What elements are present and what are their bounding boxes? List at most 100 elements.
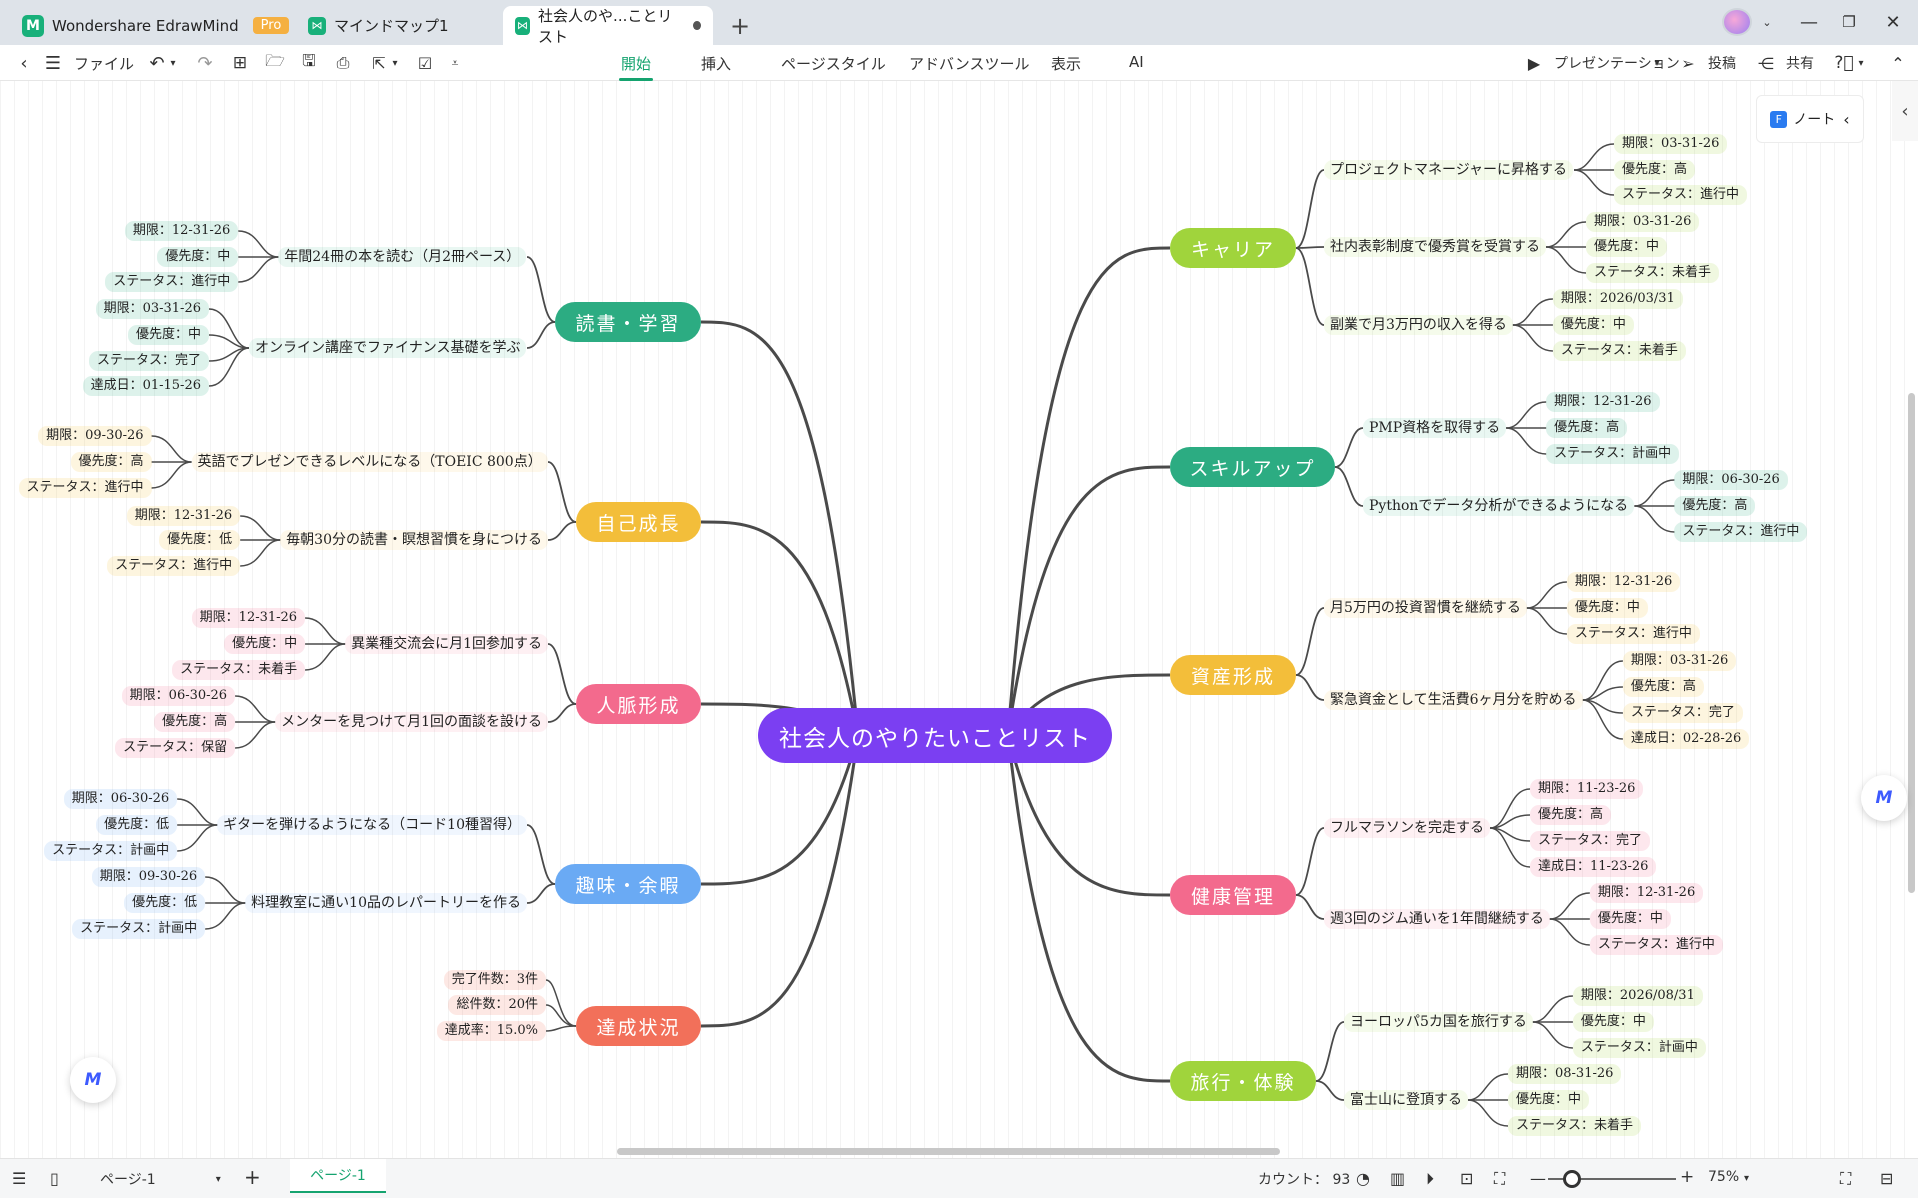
subtopic-node[interactable]: 週3回のジム通いを1年間継続する bbox=[1324, 909, 1550, 929]
leaf-node[interactable]: ステータス：未着手 bbox=[1585, 263, 1719, 283]
leaf-node[interactable]: ステータス：進行中 bbox=[1566, 624, 1700, 644]
export-dropdown-icon[interactable]: ▾ bbox=[390, 51, 400, 75]
subtopic-node[interactable]: 副業で月3万円の収入を得る bbox=[1324, 315, 1513, 335]
tab-advanced-tools[interactable]: アドバンスツール bbox=[909, 53, 1029, 74]
horizontal-scrollbar[interactable] bbox=[617, 1148, 1280, 1155]
note-panel-button[interactable]: F ノート ‹ bbox=[1756, 95, 1864, 143]
vertical-scrollbar[interactable] bbox=[1908, 393, 1915, 893]
unsaved-dot-icon[interactable] bbox=[693, 21, 701, 30]
theme-icon[interactable]: ◔ bbox=[1356, 1169, 1370, 1188]
zoom-out-icon[interactable]: — bbox=[1530, 1169, 1546, 1188]
post-icon[interactable]: ➢ bbox=[1678, 51, 1698, 75]
tab-insert[interactable]: 挿入 bbox=[701, 53, 731, 74]
topic-node[interactable]: スキルアップ bbox=[1170, 447, 1335, 487]
zoom-level[interactable]: 75% bbox=[1708, 1169, 1739, 1185]
leaf-node[interactable]: ステータス：保留 bbox=[115, 738, 236, 758]
play-icon[interactable]: ⏵ bbox=[1426, 1169, 1434, 1189]
ai-assistant-side-icon[interactable]: M bbox=[1861, 775, 1907, 821]
topic-node[interactable]: 人脈形成 bbox=[576, 684, 701, 724]
side-panel-collapse-icon[interactable]: ‹ bbox=[1892, 81, 1918, 141]
tab-page-style[interactable]: ページスタイル bbox=[781, 53, 886, 74]
topic-node[interactable]: 資産形成 bbox=[1170, 655, 1296, 695]
more-tools-icon[interactable]: ⩡ bbox=[448, 51, 462, 75]
leaf-node[interactable]: 優先度：中 bbox=[1507, 1090, 1589, 1110]
leaf-node[interactable]: 期限：12-31-26 bbox=[1589, 883, 1704, 903]
leaf-node[interactable]: 期限：03-31-26 bbox=[1613, 134, 1728, 154]
leaf-node[interactable]: ステータス：完了 bbox=[1529, 831, 1650, 851]
leaf-node[interactable]: 優先度：高 bbox=[1546, 418, 1628, 438]
fit-width-icon[interactable]: ⛶ bbox=[1494, 1169, 1505, 1189]
new-file-icon[interactable]: ⊞ bbox=[229, 51, 251, 75]
subtopic-node[interactable]: 社内表彰制度で優秀賞を受賞する bbox=[1324, 237, 1546, 257]
subtopic-node[interactable]: 毎朝30分の読書・瞑想習慣を身につける bbox=[280, 530, 548, 550]
restore-icon[interactable]: ❐ bbox=[1834, 8, 1864, 36]
subtopic-node[interactable]: オンライン講座でファイナンス基礎を学ぶ bbox=[249, 338, 527, 358]
topic-node[interactable]: 趣味・余暇 bbox=[555, 864, 701, 904]
collapse-ribbon-icon[interactable]: ⌃ bbox=[1888, 51, 1908, 75]
leaf-node[interactable]: 優先度：高 bbox=[70, 452, 152, 472]
leaf-node[interactable]: 期限：03-31-26 bbox=[95, 299, 209, 319]
fullscreen-icon[interactable]: ⛶ bbox=[1840, 1169, 1851, 1189]
leaf-node[interactable]: 達成日：11-23-26 bbox=[1529, 857, 1657, 877]
leaf-node[interactable]: 完了件数：3件 bbox=[443, 970, 546, 990]
leaf-node[interactable]: ステータス：進行中 bbox=[1589, 935, 1723, 955]
leaf-node[interactable]: 期限：06-30-26 bbox=[121, 686, 236, 706]
leaf-node[interactable]: 優先度：高 bbox=[154, 712, 236, 732]
leaf-node[interactable]: 達成日：01-15-26 bbox=[82, 376, 209, 396]
undo-icon[interactable]: ↶ bbox=[146, 51, 168, 75]
subtopic-node[interactable]: ヨーロッパ5カ国を旅行する bbox=[1344, 1012, 1533, 1032]
mindmap-canvas[interactable]: 社会人のやりたいことリスト 読書・学習 年間24冊の本を読む（月2冊ペース） 期限：1… bbox=[0, 81, 1918, 1158]
hamburger-menu-icon[interactable]: ☰ bbox=[44, 51, 62, 75]
leaf-node[interactable]: ステータス：進行中 bbox=[107, 556, 241, 576]
book-view-icon[interactable]: ▥ bbox=[1390, 1169, 1405, 1188]
tab-active-document[interactable]: ⋈ 社会人のや...ことリスト bbox=[503, 6, 713, 46]
page-select[interactable]: ページ-1 ▾ bbox=[100, 1169, 221, 1189]
leaf-node[interactable]: 期限：12-31-26 bbox=[191, 608, 306, 628]
file-menu[interactable]: ファイル bbox=[74, 51, 134, 75]
add-page-button[interactable]: + bbox=[244, 1165, 261, 1189]
leaf-node[interactable]: 期限：03-31-26 bbox=[1585, 212, 1700, 232]
leaf-node[interactable]: 期限：06-30-26 bbox=[1674, 470, 1788, 490]
subtopic-node[interactable]: フルマラソンを完走する bbox=[1324, 818, 1490, 838]
share-button[interactable]: 共有 bbox=[1786, 51, 1814, 75]
subtopic-node[interactable]: Pythonでデータ分析ができるようになる bbox=[1363, 496, 1635, 516]
leaf-node[interactable]: 優先度：中 bbox=[1566, 598, 1648, 618]
topic-node[interactable]: 読書・学習 bbox=[555, 302, 701, 342]
leaf-node[interactable]: 優先度：中 bbox=[1589, 909, 1671, 929]
back-icon[interactable]: ‹ bbox=[14, 51, 34, 75]
central-topic[interactable]: 社会人のやりたいことリスト bbox=[758, 708, 1112, 763]
leaf-node[interactable]: 優先度：中 bbox=[1552, 315, 1634, 335]
leaf-node[interactable]: 優先度：高 bbox=[1622, 677, 1704, 697]
subtopic-node[interactable]: 富士山に登頂する bbox=[1344, 1090, 1468, 1110]
page-view-icon[interactable]: ▯ bbox=[50, 1169, 59, 1188]
subtopic-node[interactable]: 緊急資金として生活費6ヶ月分を貯める bbox=[1324, 690, 1583, 710]
subtopic-node[interactable]: メンターを見つけて月1回の面談を設ける bbox=[275, 712, 548, 732]
leaf-node[interactable]: 優先度：中 bbox=[128, 325, 210, 345]
tab-mindmap1[interactable]: ⋈ マインドマップ1 bbox=[296, 6, 461, 45]
leaf-node[interactable]: 優先度：低 bbox=[159, 530, 241, 550]
leaf-node[interactable]: 期限：12-31-26 bbox=[1546, 392, 1660, 412]
checklist-icon[interactable]: ☑ bbox=[414, 51, 436, 75]
zoom-dropdown-icon[interactable]: ▾ bbox=[1744, 1173, 1749, 1184]
help-icon[interactable]: ?⃝ bbox=[1834, 51, 1854, 75]
leaf-node[interactable]: 優先度：中 bbox=[157, 247, 239, 267]
pro-badge[interactable]: Pro bbox=[252, 17, 290, 34]
topic-node[interactable]: 旅行・体験 bbox=[1170, 1061, 1316, 1101]
subtopic-node[interactable]: プロジェクトマネージャーに昇格する bbox=[1324, 160, 1574, 180]
export-icon[interactable]: ⇱ bbox=[368, 51, 390, 75]
subtopic-node[interactable]: 料理教室に通い10品のレパートリーを作る bbox=[245, 893, 527, 913]
subtopic-node[interactable]: PMP資格を取得する bbox=[1363, 418, 1507, 438]
open-folder-icon[interactable]: 🗁 bbox=[264, 51, 286, 75]
subtopic-node[interactable]: 年間24冊の本を読む（月2冊ペース） bbox=[278, 247, 527, 267]
leaf-node[interactable]: ステータス：計画中 bbox=[44, 841, 178, 861]
leaf-node[interactable]: ステータス：進行中 bbox=[105, 272, 239, 292]
topic-node[interactable]: 達成状況 bbox=[576, 1006, 701, 1046]
leaf-node[interactable]: ステータス：未着手 bbox=[172, 660, 306, 680]
presentation-dropdown-icon[interactable]: ▾ bbox=[1652, 51, 1662, 75]
topic-node[interactable]: 自己成長 bbox=[576, 502, 701, 542]
leaf-node[interactable]: ステータス：計画中 bbox=[1546, 444, 1680, 464]
leaf-node[interactable]: 優先度：中 bbox=[1572, 1012, 1654, 1032]
save-icon[interactable]: 🖫 bbox=[298, 51, 320, 75]
subtopic-node[interactable]: 異業種交流会に月1回参加する bbox=[345, 634, 548, 654]
close-icon[interactable]: ✕ bbox=[1878, 8, 1908, 36]
